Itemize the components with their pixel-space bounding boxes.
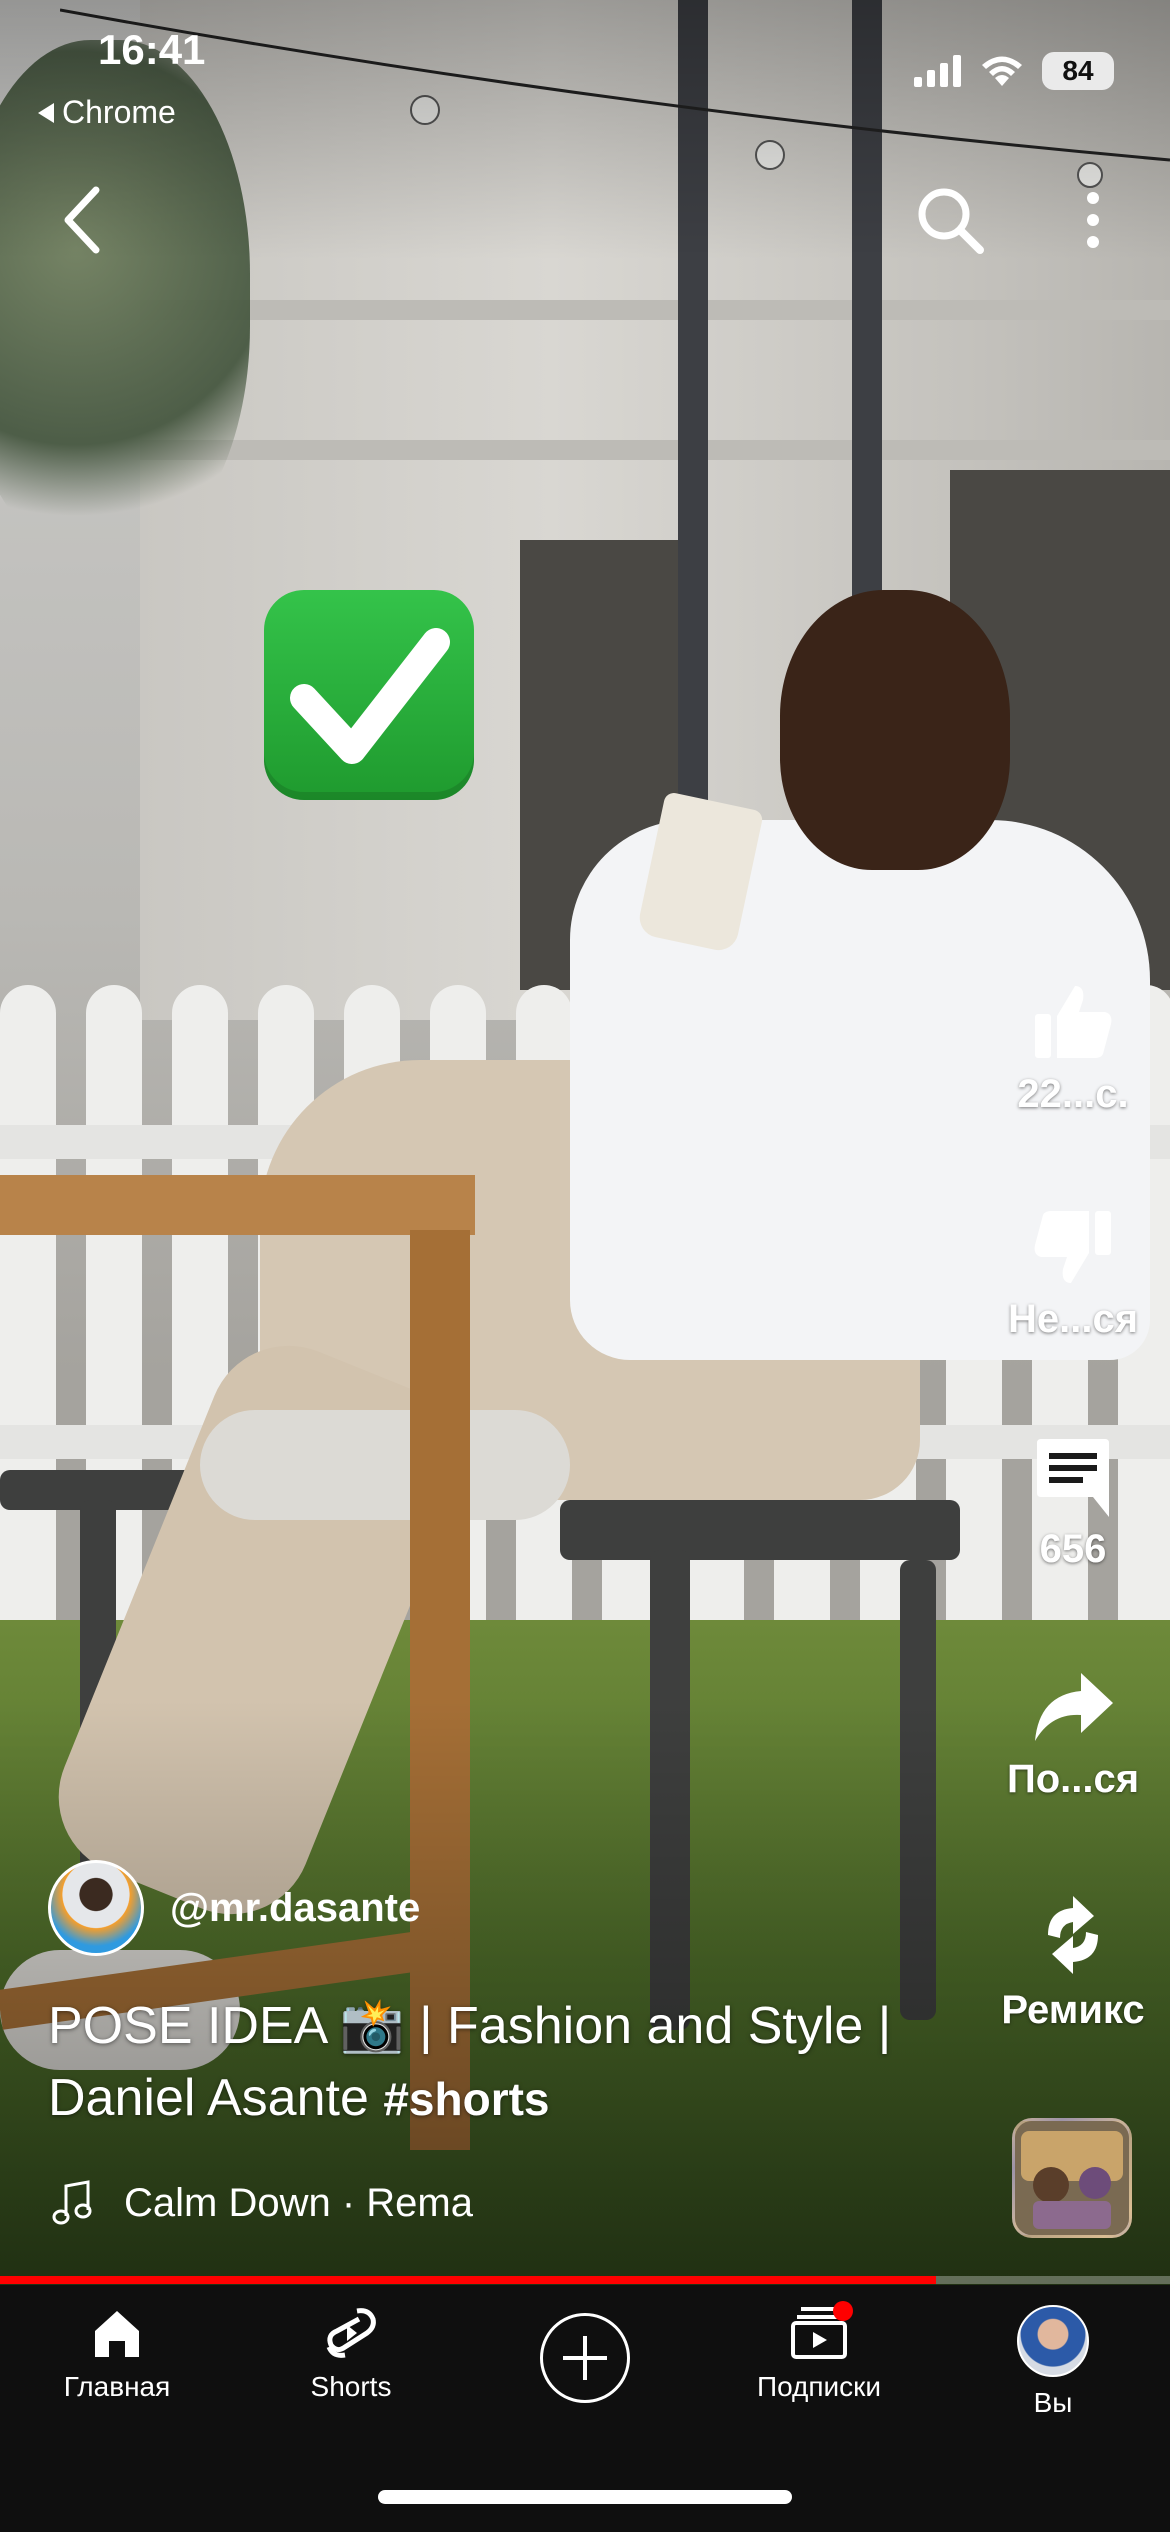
thumb-up-icon <box>1035 986 1112 1058</box>
status-indicators: 84 <box>914 52 1114 90</box>
battery-indicator: 84 <box>1042 52 1114 90</box>
comment-icon <box>1037 1439 1109 1517</box>
bottom-navigation: Главная Shorts Подписки Вы <box>0 2285 1170 2532</box>
back-app-label: Chrome <box>62 94 176 130</box>
home-indicator <box>378 2490 792 2504</box>
sound-thumbnail[interactable] <box>1012 2118 1132 2238</box>
nav-home[interactable]: Главная <box>0 2305 234 2403</box>
home-icon <box>95 2311 139 2357</box>
share-button[interactable]: По...ся <box>978 1665 1168 1802</box>
back-to-app[interactable]: Chrome <box>38 94 176 131</box>
shorts-icon <box>326 2308 376 2358</box>
music-note-icon <box>52 2180 92 2225</box>
comment-count: 656 <box>1039 1527 1107 1571</box>
sound-artwork <box>1015 2121 1129 2235</box>
chevron-left-icon[interactable] <box>52 180 112 260</box>
wifi-icon <box>982 56 1022 86</box>
create-button[interactable] <box>540 2313 630 2403</box>
scene-table <box>0 1175 475 1235</box>
music-title: Calm Down · Rema <box>124 2180 473 2225</box>
notification-dot <box>833 2301 853 2321</box>
check-mark-icon <box>290 628 450 764</box>
back-arrow-icon <box>38 102 54 123</box>
dislike-label: Не...ся <box>1007 1297 1139 1341</box>
nav-shorts[interactable]: Shorts <box>234 2305 468 2403</box>
share-icon <box>1035 1673 1113 1741</box>
status-time: 16:41 <box>98 26 206 73</box>
profile-avatar <box>1017 2305 1089 2377</box>
share-label: По...ся <box>1006 1757 1140 1801</box>
comments-button[interactable]: 656 <box>978 1435 1168 1572</box>
remix-label: Ремикс <box>1001 1988 1145 2032</box>
plus-icon <box>563 2336 607 2380</box>
nav-subscriptions-label: Подписки <box>756 2371 882 2402</box>
video-title[interactable]: POSE IDEA 📸 | Fashion and Style | Daniel… <box>48 1990 988 2135</box>
dislike-button[interactable]: Не...ся <box>978 1205 1168 1342</box>
remix-icon <box>1048 1896 1098 1974</box>
nav-you[interactable]: Вы <box>936 2305 1170 2419</box>
hashtag-link[interactable]: #shorts <box>383 2073 549 2125</box>
person-head <box>780 590 1010 870</box>
signal-icon <box>914 55 961 87</box>
nav-subscriptions[interactable]: Подписки <box>702 2301 936 2403</box>
channel-row[interactable]: @mr.dasante <box>48 1860 420 1956</box>
channel-name[interactable]: @mr.dasante <box>170 1886 420 1931</box>
nav-shorts-label: Shorts <box>310 2371 392 2402</box>
remix-button[interactable]: Ремикс <box>978 1890 1168 2033</box>
thumb-down-icon <box>1034 1211 1111 1283</box>
nav-you-label: Вы <box>1033 2387 1073 2418</box>
like-count: 22...с. <box>1017 1072 1129 1116</box>
nav-create[interactable] <box>468 2305 702 2403</box>
like-button[interactable]: 22...с. <box>978 980 1168 1117</box>
more-vert-icon[interactable] <box>1068 180 1118 260</box>
video-progress-fill <box>0 2276 936 2284</box>
channel-avatar[interactable] <box>48 1860 144 1956</box>
search-icon[interactable] <box>910 180 990 260</box>
youtube-shorts-screen: 16:41 Chrome 84 22...с. Не...ся 656 По..… <box>0 0 1170 2532</box>
video-progress-bar[interactable] <box>0 2276 1170 2284</box>
music-row[interactable]: Calm Down · Rema <box>52 2180 473 2226</box>
nav-home-label: Главная <box>63 2371 171 2402</box>
check-mark-sticker <box>264 590 474 800</box>
